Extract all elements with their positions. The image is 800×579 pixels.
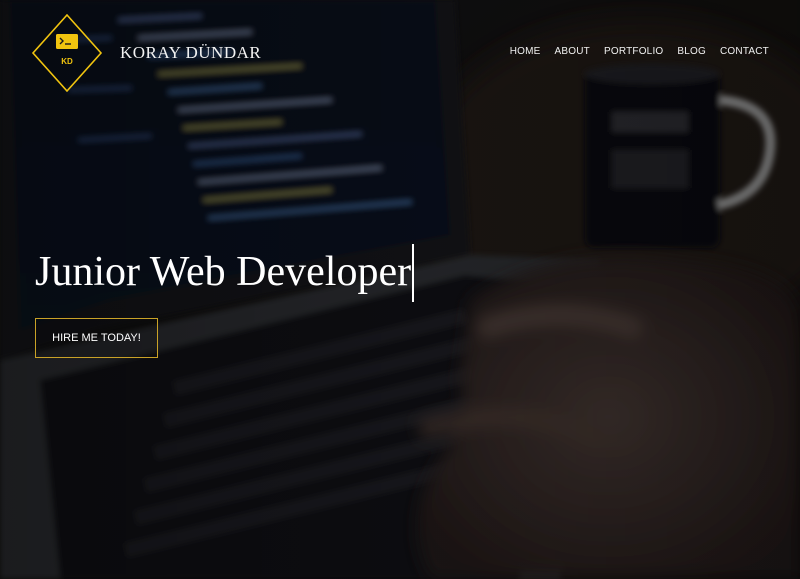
- logo-initials: KD: [61, 57, 73, 66]
- logo[interactable]: KD: [31, 13, 103, 93]
- hero-headline: Junior Web Developer: [35, 249, 412, 295]
- hire-me-button[interactable]: HIRE ME TODAY!: [35, 318, 158, 358]
- nav-item-home[interactable]: HOME: [510, 46, 541, 57]
- brand-name[interactable]: KORAY DÜNDAR: [120, 43, 261, 63]
- nav-item-contact[interactable]: CONTACT: [720, 46, 769, 57]
- nav-item-portfolio[interactable]: PORTFOLIO: [604, 46, 663, 57]
- logo-diamond-icon: KD: [31, 13, 103, 93]
- nav-item-blog[interactable]: BLOG: [677, 46, 706, 57]
- main-nav: HOME ABOUT PORTFOLIO BLOG CONTACT: [510, 46, 769, 57]
- hire-me-button-label: HIRE ME TODAY!: [52, 332, 141, 344]
- typing-cursor: [412, 244, 415, 302]
- hero-headline-container: Junior Web Developer: [35, 244, 415, 302]
- nav-item-about[interactable]: ABOUT: [555, 46, 590, 57]
- hero-section: KD KORAY DÜNDAR HOME ABOUT PORTFOLIO BLO…: [0, 0, 800, 579]
